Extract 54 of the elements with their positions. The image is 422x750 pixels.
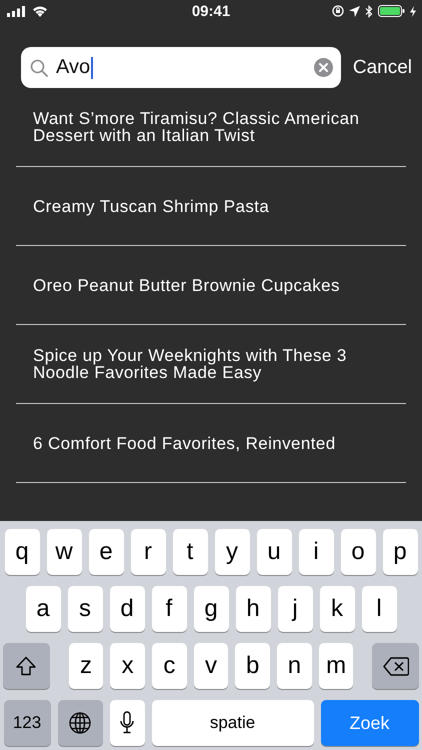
result-item[interactable]: Oreo Peanut Butter Brownie Cupcakes <box>33 276 340 294</box>
location-icon <box>349 6 360 16</box>
shift-icon <box>15 656 38 676</box>
letter-key[interactable]: a <box>26 586 60 632</box>
space-key[interactable]: spatie <box>152 700 314 746</box>
letter-key[interactable]: v <box>194 643 228 689</box>
letter-key[interactable]: h <box>236 586 270 632</box>
microphone-icon <box>120 711 134 735</box>
letter-key[interactable]: d <box>110 586 144 632</box>
result-item[interactable]: Creamy Tuscan Shrimp Pasta <box>33 198 270 214</box>
letter-key[interactable]: t <box>172 529 208 575</box>
delete-icon <box>382 656 409 676</box>
letter-key[interactable]: b <box>235 643 270 689</box>
letter-key[interactable]: c <box>152 643 187 689</box>
letter-key[interactable]: i <box>298 529 334 575</box>
letter-key[interactable]: s <box>68 586 102 632</box>
bluetooth-icon <box>365 4 373 18</box>
letter-key[interactable]: l <box>362 586 396 632</box>
globe-key[interactable] <box>58 700 102 746</box>
letter-key[interactable]: n <box>277 643 312 689</box>
status-time: 09:41 <box>192 2 230 20</box>
microphone-key[interactable] <box>110 700 144 746</box>
result-item[interactable]: Want S’more Tiramisu? Classic American Dessert with an Italian Twist <box>33 110 389 144</box>
letter-key[interactable]: p <box>382 529 418 575</box>
signal-icon <box>7 6 27 16</box>
letter-key[interactable]: r <box>130 529 166 575</box>
rotation-lock-icon <box>332 5 344 17</box>
letter-key[interactable]: q <box>4 529 40 575</box>
letter-key[interactable]: x <box>110 643 145 689</box>
letter-key[interactable]: w <box>46 529 82 575</box>
letter-key[interactable]: m <box>318 643 354 689</box>
search-icon <box>30 58 48 76</box>
letter-key[interactable]: g <box>194 586 228 632</box>
search-field[interactable]: Avo <box>21 47 341 88</box>
letter-key[interactable]: j <box>278 586 312 632</box>
letter-key[interactable]: u <box>256 529 292 575</box>
charging-icon <box>410 6 416 16</box>
numbers-key[interactable]: 123 <box>4 700 50 746</box>
letter-key[interactable]: f <box>152 586 186 632</box>
battery-icon <box>378 5 405 17</box>
wifi-icon <box>32 5 48 17</box>
letter-key[interactable]: k <box>320 586 354 632</box>
globe-icon <box>68 711 92 735</box>
search-key[interactable]: Zoek <box>320 700 418 746</box>
clear-icon[interactable] <box>314 58 333 77</box>
delete-key[interactable] <box>372 643 419 689</box>
shift-key[interactable] <box>3 643 50 689</box>
result-item[interactable]: Spice up Your Weeknights with These 3 Noodle Favorites Made Easy <box>33 347 389 381</box>
result-item[interactable]: 6 Comfort Food Favorites, Reinvented <box>33 434 336 452</box>
cancel-button[interactable]: Cancel <box>352 56 412 78</box>
letter-key[interactable]: y <box>214 529 250 575</box>
letter-key[interactable]: e <box>88 529 124 575</box>
letter-key[interactable]: z <box>68 643 104 689</box>
letter-key[interactable]: o <box>340 529 376 575</box>
